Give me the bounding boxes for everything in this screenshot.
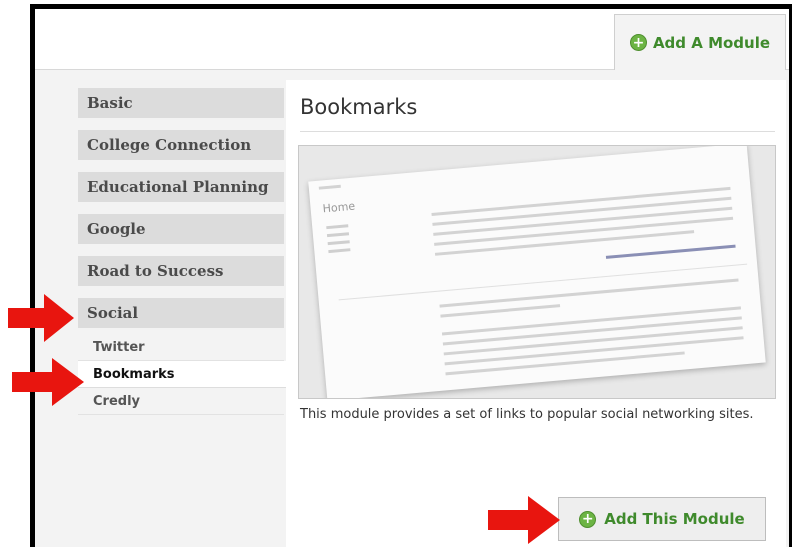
category-label: Social [87,304,139,322]
category-label: College Connection [87,136,252,154]
category-label: Road to Success [87,262,224,280]
category-college-connection[interactable]: College Connection [78,130,284,160]
sub-item-label: Bookmarks [93,366,175,382]
preview-text-line [440,304,561,318]
category-road-to-success[interactable]: Road to Success [78,256,284,286]
category-sidebar: Basic College Connection Educational Pla… [78,88,308,415]
preview-share-icons [605,244,736,259]
preview-nav-line [326,224,349,230]
category-educational-planning[interactable]: Educational Planning [78,172,284,202]
plus-circle-icon: + [579,510,597,528]
category-google[interactable]: Google [78,214,284,244]
plus-circle-icon: + [629,34,647,51]
add-a-module-tab[interactable]: + Add A Module [614,14,786,70]
preview-nav-line [328,248,351,254]
preview-nav-line [326,232,350,238]
category-label: Educational Planning [87,178,269,196]
module-preview-image: Home [298,145,776,399]
red-arrow-icon [8,294,74,342]
category-label: Basic [87,94,133,112]
preview-text-line [445,351,685,376]
sub-item-label: Twitter [93,339,145,355]
sub-item-bookmarks[interactable]: Bookmarks [78,361,308,388]
module-title: Bookmarks [300,95,418,119]
module-description: This module provides a set of links to p… [300,407,754,422]
title-divider [300,131,775,132]
sub-item-credly[interactable]: Credly [78,388,284,415]
category-basic[interactable]: Basic [78,88,284,118]
red-arrow-icon [488,496,560,544]
red-arrow-icon [12,358,84,406]
preview-page: Home [308,146,766,398]
add-a-module-label: Add A Module [652,33,771,52]
add-this-module-label: Add This Module [604,510,745,528]
category-social[interactable]: Social [78,298,284,328]
preview-home-label: Home [322,199,356,216]
preview-text-line [439,278,739,308]
sub-item-twitter[interactable]: Twitter [78,334,284,361]
sub-item-label: Credly [93,393,141,409]
add-this-module-button[interactable]: + Add This Module [558,497,766,541]
category-label: Google [87,220,146,238]
preview-nav-line [327,240,350,246]
preview-tab [318,184,341,190]
